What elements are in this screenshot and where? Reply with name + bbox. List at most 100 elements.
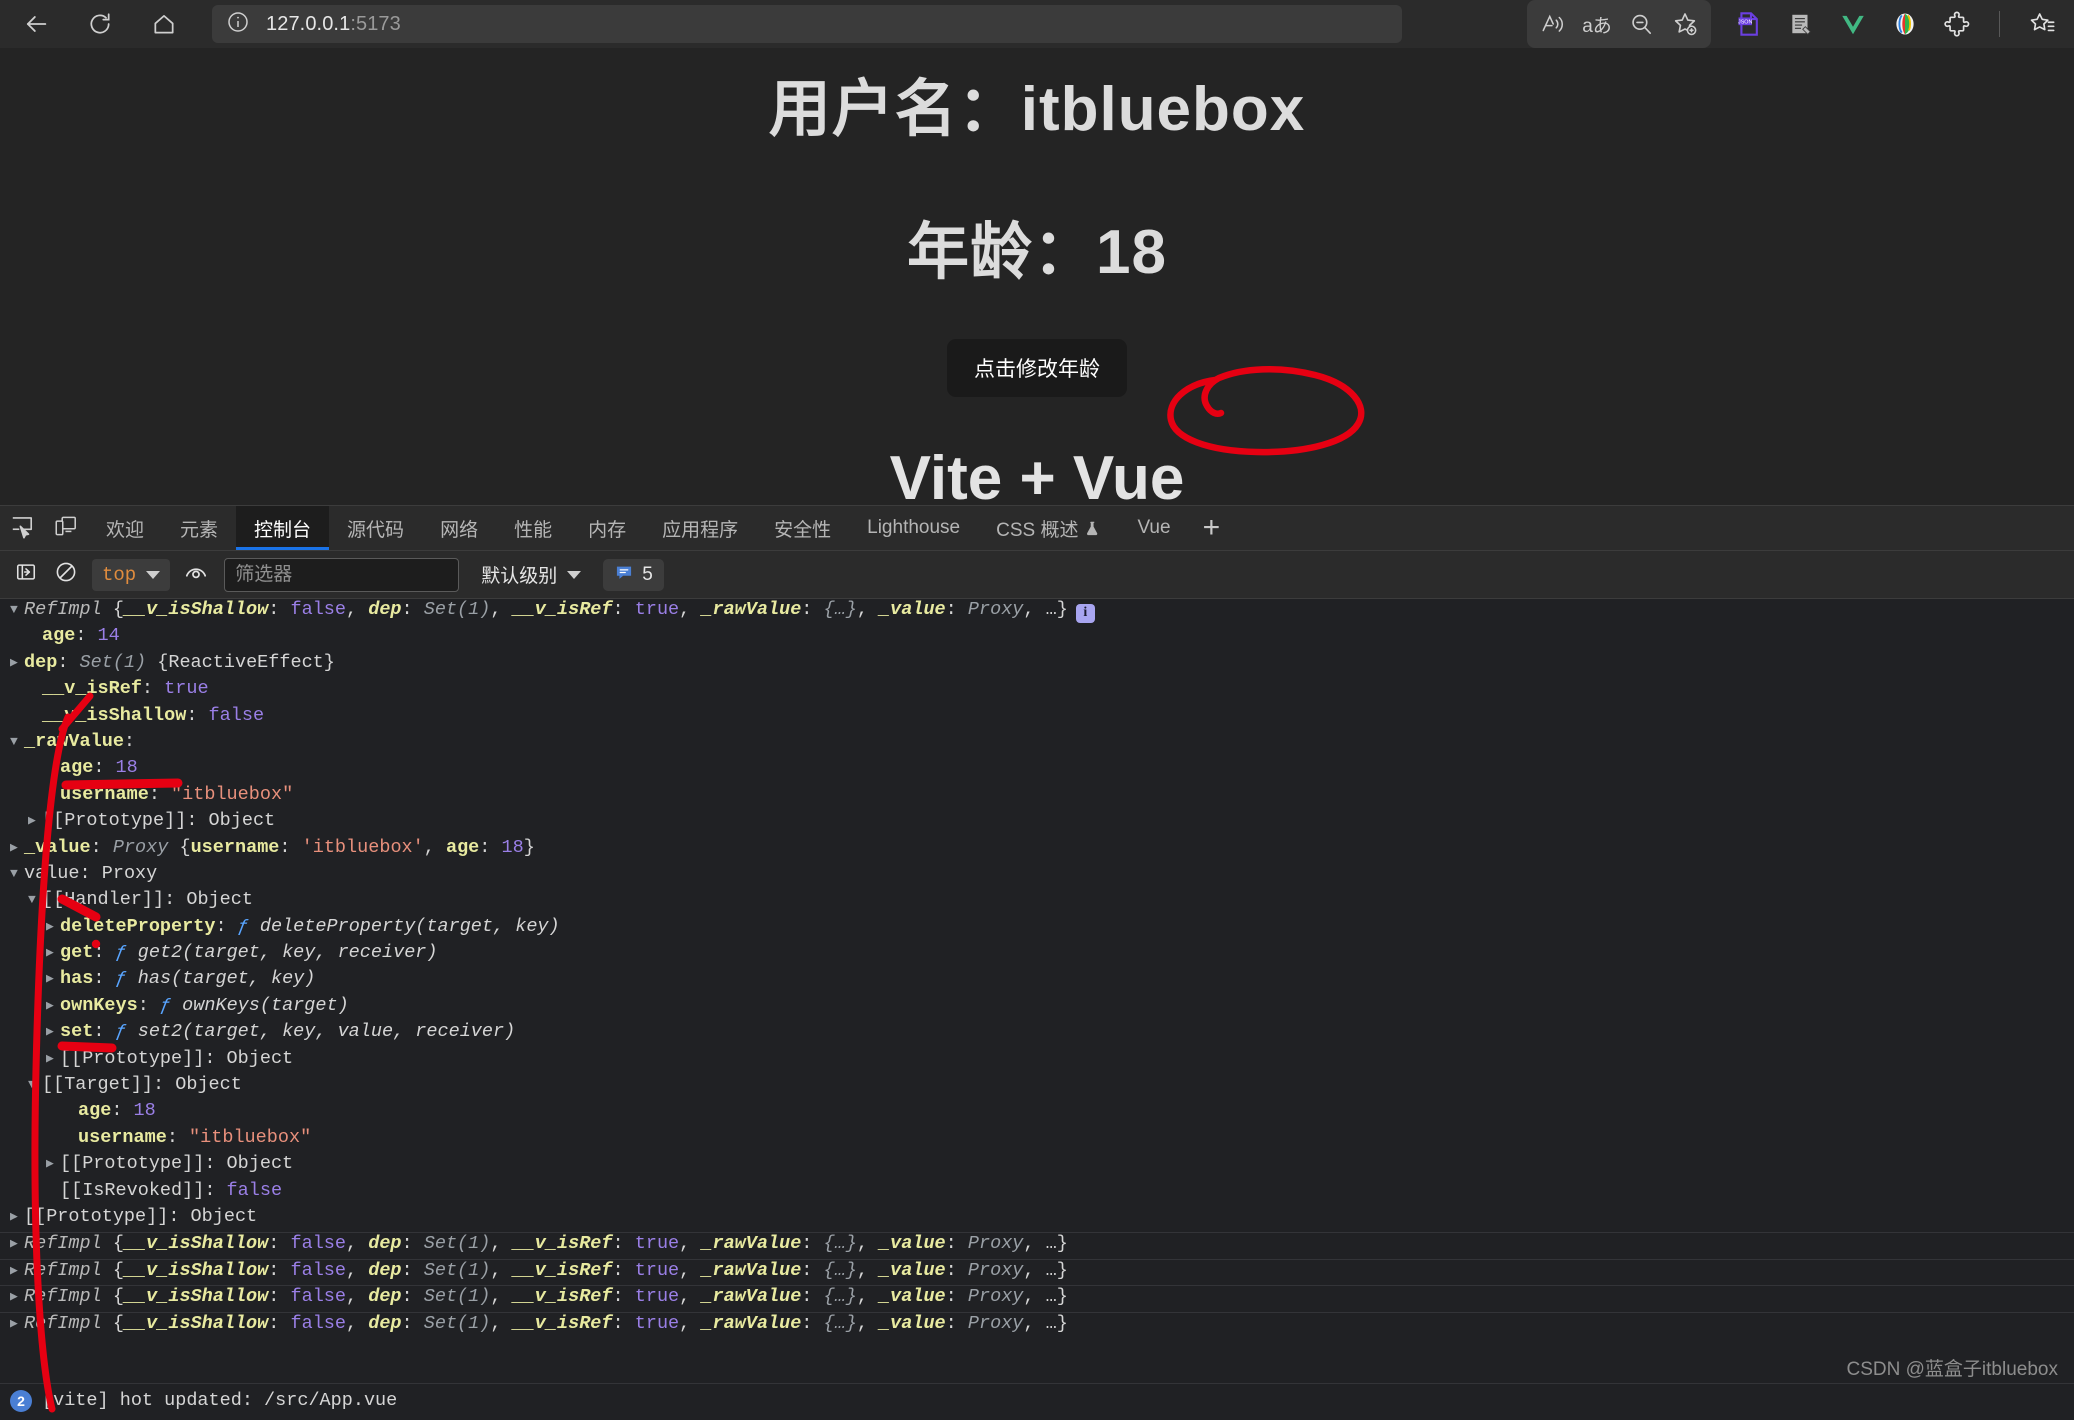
console-property-row[interactable]: __v_isShallow: false — [0, 705, 2074, 731]
change-age-button[interactable]: 点击修改年龄 — [947, 339, 1127, 398]
tab-sources[interactable]: 源代码 — [329, 506, 422, 550]
property-token: _value — [24, 836, 91, 858]
devtools-panel: 欢迎 元素 控制台 源代码 网络 性能 内存 应用程序 安全性 Lighthou… — [0, 505, 2074, 1420]
expand-arrow-icon[interactable] — [10, 840, 24, 855]
flask-icon — [1084, 520, 1101, 537]
tab-welcome[interactable]: 欢迎 — [88, 506, 162, 550]
summary-token: _value — [879, 1286, 946, 1308]
vue-devtools-extension-button[interactable] — [1831, 2, 1875, 46]
console-property-row[interactable]: dep: Set(1) {ReactiveEffect} — [0, 652, 2074, 678]
expand-arrow-icon[interactable] — [10, 655, 24, 670]
expand-arrow-icon[interactable] — [10, 1289, 24, 1304]
tab-performance[interactable]: 性能 — [496, 506, 570, 550]
console-property-row[interactable]: age: 14 — [0, 625, 2074, 651]
tab-network[interactable]: 网络 — [422, 506, 496, 550]
site-info-icon[interactable] — [226, 10, 250, 39]
console-property-row[interactable]: _value: Proxy {username: 'itbluebox', ag… — [0, 837, 2074, 863]
console-refimpl-row[interactable]: RefImpl {__v_isShallow: false, dep: Set(… — [0, 1232, 2074, 1258]
device-toolbar-button[interactable] — [44, 506, 88, 550]
expand-arrow-icon[interactable] — [10, 1236, 24, 1251]
translate-button[interactable]: aあ — [1575, 2, 1619, 46]
add-favorite-button[interactable] — [1663, 2, 1707, 46]
expand-arrow-icon[interactable] — [46, 1051, 60, 1066]
tab-security[interactable]: 安全性 — [756, 506, 849, 550]
expand-arrow-icon[interactable] — [46, 998, 60, 1013]
add-tab-button[interactable]: + — [1189, 506, 1235, 550]
property-token: 'itbluebox' — [301, 836, 424, 858]
expand-arrow-icon[interactable] — [10, 1209, 24, 1224]
summary-token: false — [290, 1286, 346, 1308]
vite-hmr-message[interactable]: 2 [vite] hot updated: /src/App.vue — [0, 1383, 2074, 1417]
summary-token: , — [856, 1286, 880, 1308]
console-property-row[interactable]: age: 18 — [0, 757, 2074, 783]
tab-application[interactable]: 应用程序 — [644, 506, 756, 550]
tab-console[interactable]: 控制台 — [236, 506, 330, 550]
expand-arrow-icon[interactable] — [10, 1263, 24, 1278]
expand-arrow-icon[interactable] — [46, 1156, 60, 1171]
clear-console-button[interactable] — [48, 558, 84, 592]
message-count-badge[interactable]: 5 — [603, 558, 664, 591]
info-badge[interactable]: i — [1075, 603, 1095, 623]
expand-arrow-icon[interactable] — [28, 892, 42, 907]
expand-arrow-icon[interactable] — [28, 1077, 42, 1092]
tab-lighthouse[interactable]: Lighthouse — [849, 506, 978, 550]
console-property-row[interactable]: value: Proxy — [0, 863, 2074, 889]
console-property-row[interactable]: set: ƒ set2(target, key, value, receiver… — [0, 1021, 2074, 1047]
expand-arrow-icon[interactable] — [10, 734, 24, 749]
console-property-row[interactable]: _rawValue: — [0, 731, 2074, 757]
console-property-row[interactable]: has: ƒ has(target, key) — [0, 968, 2074, 994]
console-refimpl-row[interactable]: RefImpl {__v_isShallow: false, dep: Set(… — [0, 1258, 2074, 1285]
expand-arrow-icon[interactable] — [46, 971, 60, 986]
console-property-row[interactable]: [[IsRevoked]]: false — [0, 1180, 2074, 1206]
console-property-row[interactable]: __v_isRef: true — [0, 678, 2074, 704]
color-picker-extension-button[interactable] — [1883, 2, 1927, 46]
console-property-row[interactable]: [[Target]]: Object — [0, 1074, 2074, 1100]
expand-arrow-icon[interactable] — [10, 1316, 24, 1331]
console-sidebar-toggle-button[interactable] — [8, 558, 44, 592]
console-refimpl-row[interactable]: RefImpl {__v_isShallow: false, dep: Set(… — [0, 1285, 2074, 1311]
console-property-row[interactable]: username: "itbluebox" — [0, 784, 2074, 810]
console-property-row[interactable]: age: 18 — [0, 1100, 2074, 1126]
expand-arrow-icon[interactable] — [46, 1024, 60, 1039]
inspect-element-button[interactable] — [0, 506, 44, 550]
console-property-row[interactable]: username: "itbluebox" — [0, 1127, 2074, 1153]
console-property-row[interactable]: ownKeys: ƒ ownKeys(target) — [0, 995, 2074, 1021]
reload-button[interactable] — [78, 2, 122, 46]
address-bar[interactable]: 127.0.0.1:5173 — [212, 5, 1402, 43]
zoom-out-button[interactable] — [1619, 2, 1663, 46]
read-aloud-button[interactable] — [1531, 2, 1575, 46]
summary-token: _value — [879, 599, 946, 620]
tab-elements[interactable]: 元素 — [162, 506, 236, 550]
console-property-row[interactable]: [[Prototype]]: Object — [0, 810, 2074, 836]
console-property-row[interactable]: [[Prototype]]: Object — [0, 1206, 2074, 1232]
page-tools-extension-button[interactable] — [1779, 2, 1823, 46]
console-group-header[interactable]: RefImpl {__v_isShallow: false, dep: Set(… — [0, 599, 2074, 625]
back-button[interactable] — [14, 2, 58, 46]
log-level-selector[interactable]: 默认级别 — [481, 561, 582, 588]
collections-button[interactable] — [2020, 2, 2064, 46]
extensions-button[interactable] — [1935, 2, 1979, 46]
console-property-row[interactable]: deleteProperty: ƒ deleteProperty(target,… — [0, 916, 2074, 942]
expand-arrow-icon[interactable] — [46, 919, 60, 934]
expand-arrow-icon[interactable] — [28, 813, 42, 828]
live-expression-button[interactable] — [178, 558, 214, 592]
tab-label: Vue — [1137, 517, 1171, 538]
device-toolbar-icon — [53, 513, 79, 544]
tab-memory[interactable]: 内存 — [570, 506, 644, 550]
tab-label: 控制台 — [254, 519, 312, 541]
console-property-row[interactable]: [[Prototype]]: Object — [0, 1048, 2074, 1074]
expand-arrow-icon[interactable] — [46, 945, 60, 960]
console-property-row[interactable]: get: ƒ get2(target, key, receiver) — [0, 942, 2074, 968]
tab-vue[interactable]: Vue — [1119, 506, 1188, 550]
console-property-row[interactable]: [[Handler]]: Object — [0, 889, 2074, 915]
expand-arrow-icon[interactable] — [10, 602, 24, 617]
console-refimpl-row[interactable]: RefImpl {__v_isShallow: false, dep: Set(… — [0, 1311, 2074, 1338]
context-selector[interactable]: top — [92, 558, 171, 591]
expand-arrow-icon[interactable] — [10, 866, 24, 881]
console-property-row[interactable]: [[Prototype]]: Object — [0, 1153, 2074, 1179]
home-button[interactable] — [142, 2, 186, 46]
tab-css-overview[interactable]: CSS 概述 — [978, 506, 1119, 550]
console-output[interactable]: RefImpl {__v_isShallow: false, dep: Set(… — [0, 599, 2074, 1417]
filter-input[interactable] — [224, 557, 460, 592]
json-viewer-extension-button[interactable]: JSON — [1727, 2, 1771, 46]
